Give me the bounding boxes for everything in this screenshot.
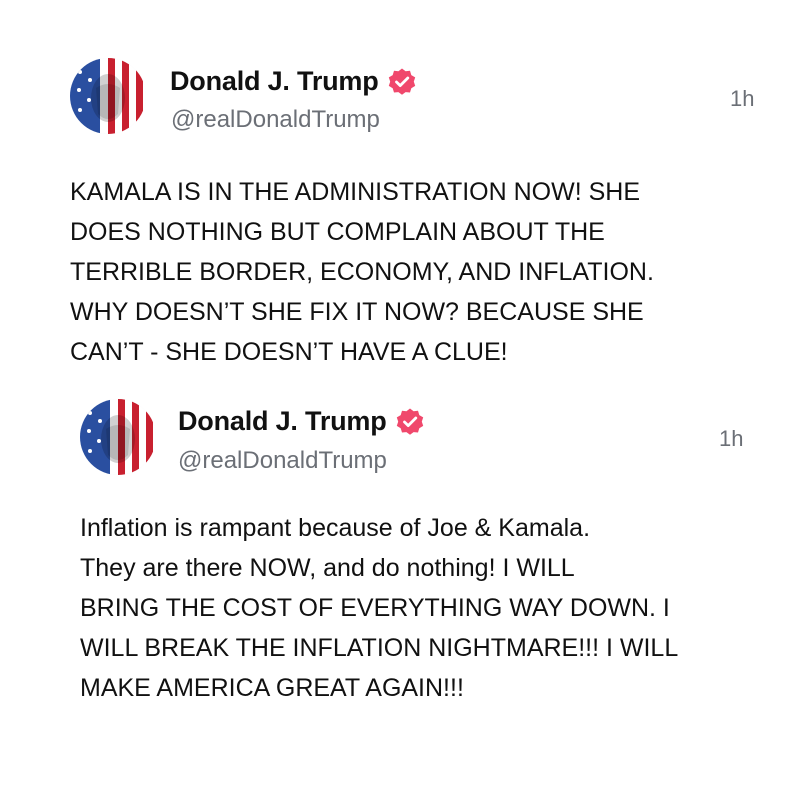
post-body-text: KAMALA IS IN THE ADMINISTRATION NOW! SHE… xyxy=(70,178,654,366)
author-row: Donald J. Trump xyxy=(178,406,425,437)
avatar[interactable] xyxy=(70,58,146,134)
author-row: Donald J. Trump xyxy=(170,66,417,97)
post-body-text: Inflation is rampant because of Joe & Ka… xyxy=(80,514,679,702)
post: Donald J. Trump @realDonaldTrump 1h Infl… xyxy=(0,390,787,794)
author-display-name[interactable]: Donald J. Trump xyxy=(170,66,379,97)
author-handle[interactable]: @realDonaldTrump xyxy=(178,447,387,475)
flag-portrait-avatar-icon xyxy=(70,58,146,134)
verified-badge-icon xyxy=(387,67,417,97)
post-timestamp[interactable]: 1h xyxy=(730,86,754,112)
post-timestamp[interactable]: 1h xyxy=(719,426,743,452)
verified-badge-icon xyxy=(395,407,425,437)
avatar[interactable] xyxy=(80,399,156,475)
post: Donald J. Trump @realDonaldTrump 1h KAMA… xyxy=(0,0,787,390)
flag-portrait-avatar-icon xyxy=(80,399,156,475)
author-handle[interactable]: @realDonaldTrump xyxy=(171,106,380,134)
author-display-name[interactable]: Donald J. Trump xyxy=(178,406,387,437)
